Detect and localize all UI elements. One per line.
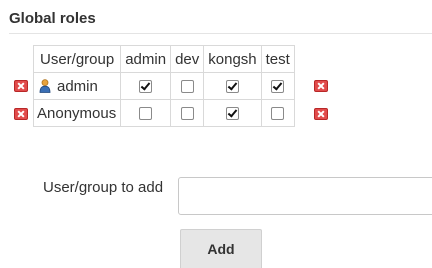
delete-row-icon-anonymous-left[interactable] bbox=[14, 108, 28, 120]
delete-row-icon-anonymous-right[interactable] bbox=[314, 108, 328, 120]
table-header-row: User/group admin dev kongsh test bbox=[32, 45, 295, 73]
table-row: Anonymous bbox=[32, 99, 295, 127]
roles-table: User/group admin dev kongsh test admin A… bbox=[32, 45, 295, 127]
permission-checkbox-admin-admin[interactable] bbox=[139, 80, 153, 94]
permission-checkbox-admin-test[interactable] bbox=[271, 80, 285, 94]
section-title: Global roles bbox=[9, 10, 96, 27]
user-name: admin bbox=[57, 77, 98, 95]
permission-checkbox-anonymous-test[interactable] bbox=[271, 107, 285, 121]
global-roles-panel: Global roles User/group admin dev kongsh… bbox=[0, 0, 432, 268]
add-user-input[interactable] bbox=[178, 177, 432, 215]
column-header-user-group: User/group bbox=[32, 45, 122, 73]
column-header-role-test: test bbox=[260, 45, 295, 73]
delete-row-icon-admin-right[interactable] bbox=[314, 80, 328, 92]
table-row: admin bbox=[32, 72, 295, 100]
permission-cell bbox=[260, 99, 295, 127]
column-header-role-kongsh: kongsh bbox=[203, 45, 262, 73]
permission-cell bbox=[203, 72, 262, 100]
delete-row-icon-admin-left[interactable] bbox=[14, 80, 28, 92]
permission-checkbox-anonymous-dev[interactable] bbox=[180, 107, 194, 121]
user-icon bbox=[39, 78, 51, 93]
permission-cell bbox=[260, 72, 295, 100]
permission-cell bbox=[203, 99, 262, 127]
permission-checkbox-admin-kongsh[interactable] bbox=[225, 80, 239, 94]
permission-cell bbox=[170, 72, 205, 100]
permission-checkbox-anonymous-kongsh[interactable] bbox=[225, 107, 239, 121]
user-cell: Anonymous bbox=[32, 99, 122, 127]
permission-checkbox-admin-dev[interactable] bbox=[180, 80, 194, 94]
column-header-role-dev: dev bbox=[170, 45, 205, 73]
user-name: Anonymous bbox=[37, 104, 117, 122]
permission-cell bbox=[120, 72, 172, 100]
permission-cell bbox=[170, 99, 205, 127]
permission-checkbox-anonymous-admin[interactable] bbox=[139, 107, 153, 121]
user-cell: admin bbox=[32, 72, 122, 100]
section-divider bbox=[9, 33, 432, 34]
column-header-role-admin: admin bbox=[120, 45, 172, 73]
permission-cell bbox=[120, 99, 172, 127]
add-button[interactable]: Add bbox=[180, 229, 262, 268]
add-user-label: User/group to add bbox=[43, 179, 164, 196]
